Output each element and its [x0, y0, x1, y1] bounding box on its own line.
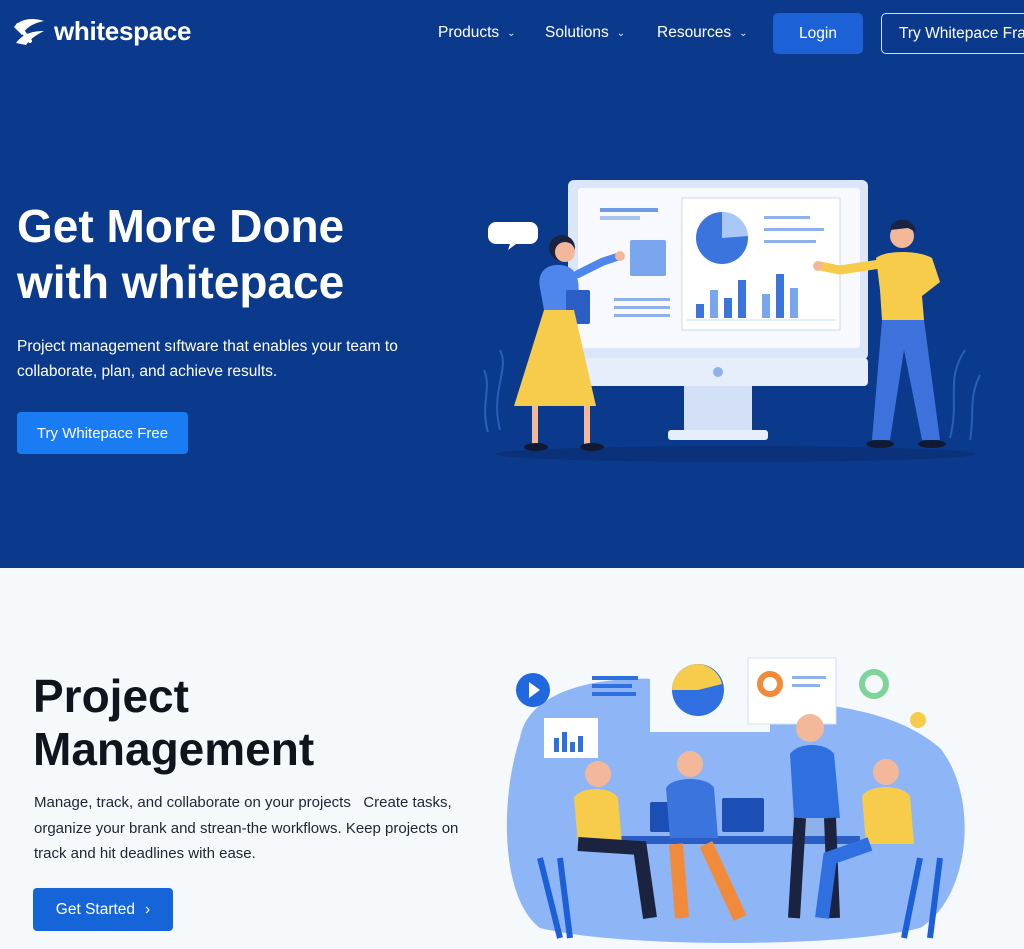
get-started-label: Get Started: [55, 900, 136, 918]
team-meeting-illustration: [506, 657, 965, 943]
whitespace-logo-icon: [14, 18, 44, 45]
brand-logo[interactable]: whitespace: [12, 16, 191, 47]
chevron-down-icon: ⌄: [616, 27, 626, 39]
get-started-button[interactable]: Get Started ›: [33, 888, 173, 931]
project-management-section: Project Management Manage, track, and co…: [0, 568, 1024, 949]
section-title-line2: Management: [33, 723, 315, 775]
section-title-line1: Project: [33, 670, 189, 722]
hero-title-line2: with whitepace: [17, 256, 345, 308]
hero-section: whitespace Products ⌄ Solutions ⌄ Resour…: [0, 0, 1024, 568]
nav-resources-label: Resources: [657, 24, 732, 41]
brand-name: whitespace: [54, 16, 192, 46]
nav-solutions[interactable]: Solutions ⌄: [545, 24, 625, 42]
nav-resources[interactable]: Resources ⌄: [657, 24, 747, 42]
section-body: Manage, track, and collaborate on your p…: [34, 794, 463, 862]
login-button[interactable]: Login: [773, 13, 863, 54]
try-free-nav-button[interactable]: Try Whitepace Fra: [881, 13, 1024, 54]
hero-subtitle: Project management sıftware that enables…: [17, 338, 403, 380]
nav-products[interactable]: Products ⌄: [438, 24, 516, 42]
top-navbar: whitespace Products ⌄ Solutions ⌄ Resour…: [0, 0, 1024, 68]
hero-title: Get More Done with whitepace: [17, 198, 437, 310]
chevron-right-icon: ›: [145, 900, 151, 918]
hero-title-line1: Get More Done: [17, 200, 345, 252]
section-title: Project Management: [33, 670, 314, 776]
chevron-down-icon: ⌄: [507, 27, 516, 39]
nav-products-label: Products: [438, 24, 500, 41]
chevron-down-icon: ⌄: [739, 27, 748, 39]
try-free-hero-button[interactable]: Try Whitepace Free: [17, 412, 188, 454]
nav-solutions-label: Solutions: [545, 24, 609, 41]
presentation-monitor-illustration: [483, 180, 981, 462]
